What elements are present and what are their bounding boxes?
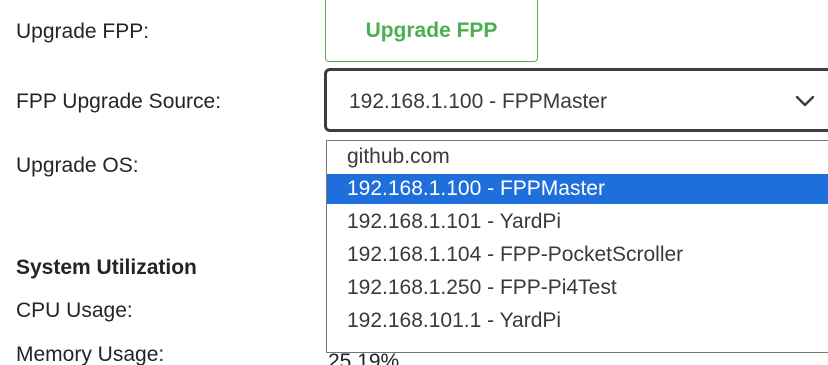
upgrade-source-dropdown-list: github.com 192.168.1.100 - FPPMaster 192… [326, 140, 828, 353]
upgrade-source-label: FPP Upgrade Source: [16, 90, 222, 113]
cpu-usage-label: CPU Usage: [16, 299, 133, 322]
system-utilization-heading: System Utilization [16, 256, 197, 279]
dropdown-option-fppmaster[interactable]: 192.168.1.100 - FPPMaster [327, 174, 828, 204]
upgrade-source-selected-value: 192.168.1.100 - FPPMaster [349, 90, 607, 113]
fpp-settings-panel: Upgrade FPP: FPP Upgrade Source: Upgrade… [0, 0, 828, 365]
dropdown-option-yardpi-101[interactable]: 192.168.1.101 - YardPi [327, 207, 828, 237]
dropdown-option-pi4test[interactable]: 192.168.1.250 - FPP-Pi4Test [327, 273, 828, 303]
upgrade-source-select[interactable]: 192.168.1.100 - FPPMaster [324, 68, 828, 132]
upgrade-fpp-button-label: Upgrade FPP [365, 18, 498, 42]
chevron-down-icon [795, 95, 815, 107]
upgrade-os-label: Upgrade OS: [16, 154, 139, 177]
dropdown-option-pocketscroller[interactable]: 192.168.1.104 - FPP-PocketScroller [327, 240, 828, 270]
memory-usage-label: Memory Usage: [16, 343, 165, 365]
upgrade-fpp-button[interactable]: Upgrade FPP [325, 0, 538, 62]
dropdown-option-yardpi-101-1[interactable]: 192.168.101.1 - YardPi [327, 306, 828, 336]
dropdown-option-github[interactable]: github.com [327, 142, 828, 172]
upgrade-fpp-label: Upgrade FPP: [16, 20, 150, 43]
